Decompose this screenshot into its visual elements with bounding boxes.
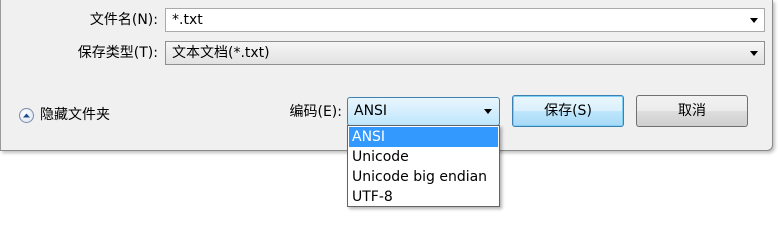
- chevron-up-icon[interactable]: [19, 107, 34, 123]
- encoding-option-unicode-big-endian[interactable]: Unicode big endian: [349, 167, 498, 187]
- encoding-option-unicode[interactable]: Unicode: [349, 147, 498, 167]
- filename-label: 文件名(N):: [89, 12, 158, 28]
- save-type-value: 文本文档(*.txt): [172, 45, 270, 61]
- save-dialog-screenshot: 文件名(N): *.txt 保存类型(T): 文本文档(*.txt) 隐藏文件夹: [0, 0, 778, 212]
- filename-combobox[interactable]: *.txt: [165, 8, 765, 32]
- save-button[interactable]: 保存(S): [512, 95, 624, 127]
- encoding-option-ansi[interactable]: ANSI: [349, 127, 498, 147]
- cancel-button[interactable]: 取消: [636, 95, 748, 127]
- encoding-value: ANSI: [354, 103, 388, 119]
- hide-folders-toggle[interactable]: 隐藏文件夹: [19, 105, 110, 125]
- filename-input[interactable]: *.txt: [172, 9, 203, 31]
- encoding-select[interactable]: ANSI: [347, 97, 500, 126]
- encoding-label: 编码(E):: [289, 104, 343, 120]
- save-type-label: 保存类型(T):: [77, 45, 158, 61]
- hide-folders-label[interactable]: 隐藏文件夹: [40, 105, 110, 125]
- save-type-select[interactable]: 文本文档(*.txt): [165, 41, 765, 65]
- dropdown-arrow-icon[interactable]: [748, 48, 760, 58]
- dialog-left-border: [0, 0, 1, 150]
- dropdown-arrow-icon[interactable]: [748, 15, 760, 25]
- encoding-option-utf8[interactable]: UTF-8: [349, 187, 498, 207]
- encoding-dropdown-list[interactable]: ANSI Unicode Unicode big endian UTF-8: [347, 125, 500, 207]
- dropdown-arrow-icon[interactable]: [483, 108, 493, 116]
